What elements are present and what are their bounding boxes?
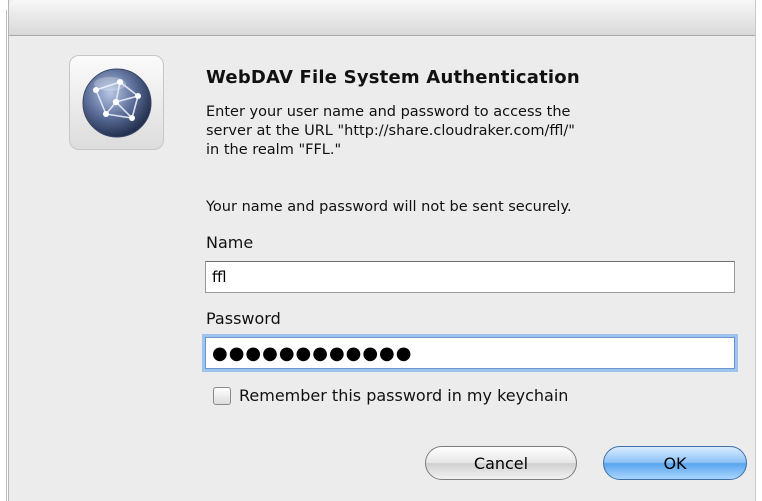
password-label: Password <box>206 309 281 328</box>
dialog-title: WebDAV File System Authentication <box>206 67 580 88</box>
background-window-edge <box>0 0 8 501</box>
window-border-line <box>6 10 7 501</box>
message-line: in the realm "FFL." <box>206 142 342 158</box>
message-line: server at the URL "http://share.cloudrak… <box>206 123 575 139</box>
cancel-button[interactable]: Cancel <box>425 446 577 480</box>
password-field[interactable] <box>205 337 735 369</box>
dialog-message: Enter your user name and password to acc… <box>206 103 736 160</box>
dialog-titlebar[interactable] <box>9 0 755 36</box>
remember-password-row[interactable]: Remember this password in my keychain <box>213 386 568 405</box>
name-label: Name <box>206 233 254 252</box>
screen: WebDAV File System Authentication Enter … <box>0 0 762 501</box>
authentication-dialog: WebDAV File System Authentication Enter … <box>8 0 756 501</box>
network-globe-icon <box>69 55 164 150</box>
remember-password-checkbox[interactable] <box>213 386 231 405</box>
name-field[interactable] <box>205 261 735 293</box>
security-warning: Your name and password will not be sent … <box>206 199 572 215</box>
message-line: Enter your user name and password to acc… <box>206 104 571 120</box>
ok-button[interactable]: OK <box>603 446 747 480</box>
remember-password-label[interactable]: Remember this password in my keychain <box>239 386 568 405</box>
